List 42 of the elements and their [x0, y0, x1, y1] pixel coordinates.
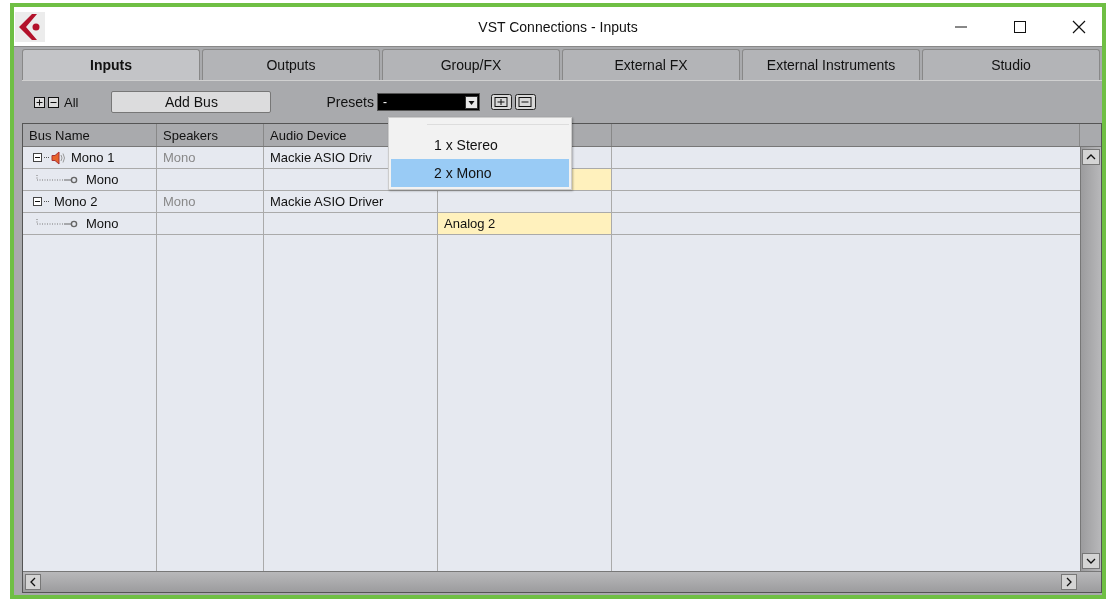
- speakers-value: Mono: [163, 150, 196, 165]
- channel-name: Mono: [86, 172, 119, 187]
- tab[interactable]: Outputs: [202, 49, 380, 80]
- all-label: All: [64, 94, 79, 110]
- channel-connector-icon: [36, 174, 78, 185]
- vertical-scrollbar[interactable]: [1080, 147, 1101, 571]
- speakers-value: Mono: [163, 194, 196, 209]
- tab[interactable]: Inputs: [22, 49, 200, 80]
- scroll-up-icon[interactable]: [1082, 149, 1100, 165]
- scroll-right-icon[interactable]: [1061, 574, 1077, 590]
- collapse-icon[interactable]: [33, 197, 42, 206]
- maximize-icon[interactable]: [1013, 19, 1027, 34]
- tab[interactable]: Studio: [922, 49, 1100, 80]
- bus-name: Mono 2: [54, 194, 98, 209]
- device-port-cell[interactable]: Analog 2: [438, 213, 612, 234]
- column-header[interactable]: Speakers: [157, 124, 264, 146]
- app-logo-icon: [15, 11, 45, 42]
- presets-dropdown[interactable]: -: [376, 93, 480, 111]
- remove-preset-icon[interactable]: [514, 94, 536, 110]
- menu-item[interactable]: 2 x Mono: [391, 159, 569, 187]
- close-icon[interactable]: [1072, 19, 1086, 34]
- audio-device-value: Mackie ASIO Driv: [270, 150, 372, 165]
- expand-all-icon[interactable]: [34, 96, 45, 108]
- audio-device-value: Mackie ASIO Driver: [270, 194, 384, 209]
- scroll-down-icon[interactable]: [1082, 553, 1100, 569]
- scroll-left-icon[interactable]: [25, 574, 41, 590]
- collapse-all-icon[interactable]: [48, 96, 59, 108]
- channel-connector-icon: [36, 218, 78, 229]
- column-header[interactable]: Bus Name: [23, 124, 157, 146]
- channel-name: Mono: [86, 216, 119, 231]
- store-preset-icon[interactable]: [490, 94, 512, 110]
- collapse-icon[interactable]: [33, 153, 42, 162]
- tab[interactable]: External Instruments: [742, 49, 920, 80]
- window-title: VST Connections - Inputs: [478, 18, 638, 35]
- add-bus-button[interactable]: Add Bus: [111, 91, 272, 113]
- horizontal-scrollbar[interactable]: [23, 571, 1101, 592]
- tab[interactable]: External FX: [562, 49, 740, 80]
- speaker-icon[interactable]: [51, 150, 66, 165]
- caret-icon: [464, 95, 478, 109]
- bus-name: Mono 1: [71, 150, 115, 165]
- presets-label: Presets: [326, 94, 374, 110]
- tab[interactable]: Group/FX: [382, 49, 560, 80]
